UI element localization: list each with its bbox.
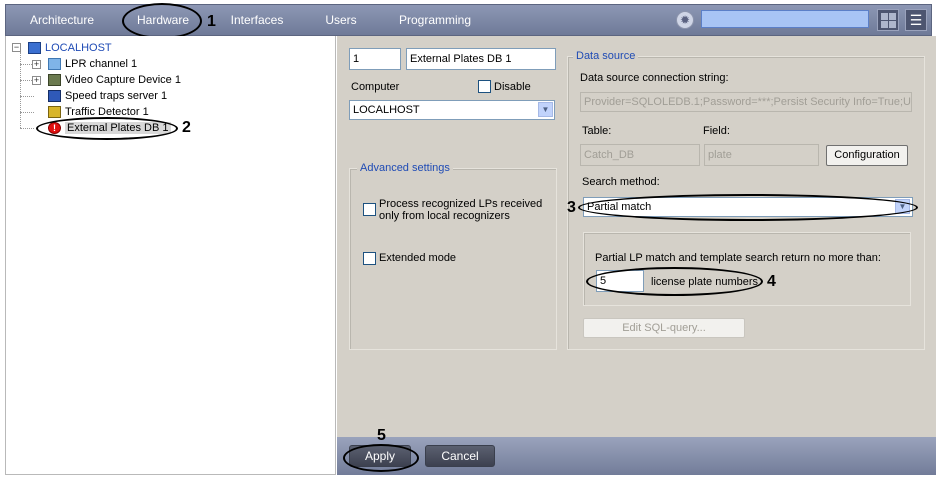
connection-string-field[interactable]: Provider=SQLOLEDB.1;Password=***;Persist… — [580, 92, 912, 112]
tree-item-lpr-channel[interactable]: LPR channel 1 — [48, 56, 137, 72]
menu-list-icon[interactable]: ☰ — [905, 9, 927, 31]
traffic-detector-icon — [48, 106, 61, 119]
tree-item-external-plates-db[interactable]: ! External Plates DB 1 — [48, 120, 171, 136]
speed-traps-icon — [48, 90, 61, 103]
tree-item-traffic-detector[interactable]: Traffic Detector 1 — [48, 104, 149, 120]
main-tab-bar: Architecture Hardware Interfaces Users P… — [5, 4, 932, 36]
tab-hardware[interactable]: Hardware — [128, 5, 198, 35]
cancel-button[interactable]: Cancel — [425, 445, 495, 467]
process-local-label: Process recognized LPs received only fro… — [379, 198, 543, 222]
table-field[interactable]: Catch_DB — [580, 144, 700, 166]
expander-video-icon[interactable]: + — [32, 76, 41, 85]
annotation-number-3: 3 — [567, 199, 576, 216]
object-tree: − LOCALHOST + LPR channel 1 + Video Capt… — [5, 36, 336, 475]
extended-mode-label: Extended mode — [379, 252, 457, 264]
tab-programming[interactable]: Programming — [392, 5, 478, 35]
process-local-checkbox[interactable] — [363, 203, 376, 216]
configuration-button[interactable]: Configuration — [826, 145, 908, 166]
edit-sql-query-button[interactable]: Edit SQL-query... — [583, 318, 745, 338]
tree-item-label: External Plates DB 1 — [65, 122, 171, 134]
disable-checkbox[interactable] — [478, 80, 491, 93]
tree-item-label: Video Capture Device 1 — [65, 74, 181, 86]
annotation-number-2: 2 — [182, 119, 191, 136]
tree-item-video-capture[interactable]: Video Capture Device 1 — [48, 72, 181, 88]
search-method-select[interactable]: Partial match — [583, 197, 913, 217]
settings-gear-icon[interactable]: ✹ — [676, 11, 694, 29]
video-capture-icon — [48, 74, 61, 87]
annotation-number-1: 1 — [207, 13, 216, 30]
expander-lpr-icon[interactable]: + — [32, 60, 41, 69]
tree-item-label: Traffic Detector 1 — [65, 106, 149, 118]
tab-interfaces[interactable]: Interfaces — [222, 5, 292, 35]
layout-grid-icon[interactable] — [877, 9, 899, 31]
extended-mode-checkbox[interactable] — [363, 252, 376, 265]
tree-root-label: LOCALHOST — [45, 42, 112, 54]
connection-string-label: Data source connection string: — [580, 72, 729, 84]
lpr-channel-icon — [48, 58, 61, 71]
search-input[interactable] — [701, 10, 869, 28]
limit-suffix-label: license plate numbers — [651, 276, 759, 288]
tab-users[interactable]: Users — [316, 5, 366, 35]
disable-label: Disable — [494, 81, 531, 93]
tree-item-speed-traps[interactable]: Speed traps server 1 — [48, 88, 167, 104]
advanced-settings-title: Advanced settings — [357, 162, 453, 174]
search-method-dropdown-arrow-icon[interactable]: ▼ — [895, 199, 910, 214]
tree-root-localhost[interactable]: LOCALHOST — [28, 40, 112, 56]
computer-label: Computer — [351, 81, 400, 93]
field-name-field[interactable]: plate — [704, 144, 819, 166]
computer-icon — [28, 42, 41, 55]
computer-dropdown-arrow-icon[interactable]: ▼ — [538, 102, 553, 117]
apply-button[interactable]: Apply — [349, 445, 411, 467]
limit-description-label: Partial LP match and template search ret… — [595, 252, 881, 264]
error-alert-icon: ! — [48, 122, 61, 135]
table-label: Table: — [582, 125, 612, 137]
tab-architecture[interactable]: Architecture — [16, 5, 108, 35]
search-method-label: Search method: — [582, 176, 660, 188]
computer-select[interactable]: LOCALHOST — [349, 100, 555, 120]
annotation-number-5: 5 — [377, 427, 386, 444]
tree-item-label: LPR channel 1 — [65, 58, 138, 70]
data-source-title: Data source — [573, 50, 639, 62]
annotation-number-4: 4 — [767, 273, 776, 290]
settings-panel: 1 External Plates DB 1 Computer Disable … — [337, 36, 936, 437]
tree-item-label: Speed traps server 1 — [65, 90, 168, 102]
object-name-field[interactable]: External Plates DB 1 — [406, 48, 556, 70]
expander-localhost-icon[interactable]: − — [12, 43, 21, 52]
limit-count-input[interactable]: 5 — [596, 270, 644, 292]
field-label: Field: — [703, 125, 730, 137]
object-id-field[interactable]: 1 — [349, 48, 401, 70]
limit-group — [583, 232, 911, 306]
bottom-action-bar: Apply Cancel — [337, 437, 936, 475]
